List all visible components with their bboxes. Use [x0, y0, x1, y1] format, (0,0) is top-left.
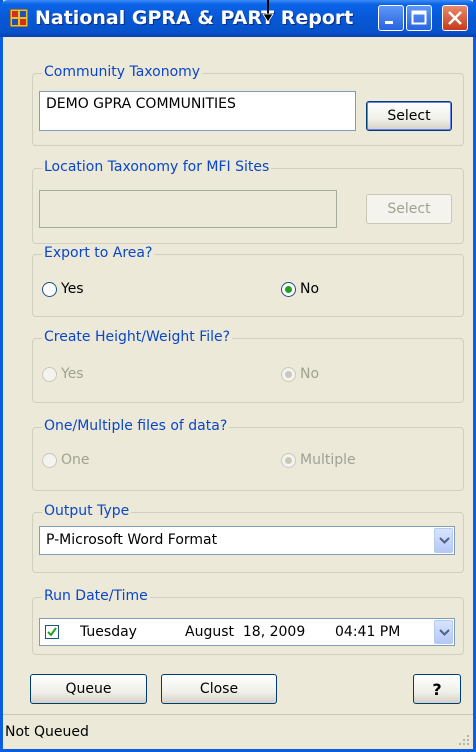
- height-weight-yes-radio: Yes: [42, 366, 84, 382]
- window-title: National GPRA & PART Report: [35, 7, 354, 29]
- status-bar: Not Queued: [3, 714, 473, 749]
- resize-grip-icon[interactable]: [456, 732, 470, 746]
- community-taxonomy-group: Community Taxonomy DEMO GPRA COMMUNITIES…: [32, 64, 464, 146]
- height-weight-no-label: No: [300, 366, 320, 382]
- report-window: National GPRA & PART Report Community Ta…: [0, 0, 476, 752]
- checkmark-icon: [47, 627, 57, 637]
- community-taxonomy-field[interactable]: DEMO GPRA COMMUNITIES: [39, 91, 356, 131]
- maximize-button[interactable]: [406, 5, 432, 31]
- run-datetime-legend: Run Date/Time: [42, 588, 150, 604]
- location-taxonomy-group: Location Taxonomy for MFI Sites Select: [32, 159, 464, 244]
- close-button[interactable]: Close: [161, 674, 277, 704]
- run-weekday[interactable]: Tuesday: [80, 624, 137, 640]
- files-one-label: One: [61, 452, 90, 468]
- location-taxonomy-legend: Location Taxonomy for MFI Sites: [42, 159, 272, 175]
- close-window-button[interactable]: [442, 5, 468, 31]
- run-time[interactable]: 04:41 PM: [335, 624, 400, 640]
- output-type-legend: Output Type: [42, 503, 132, 519]
- height-weight-group: Create Height/Weight File? Yes No: [32, 329, 464, 403]
- close-icon: [448, 11, 462, 25]
- export-area-group: Export to Area? Yes No: [32, 245, 464, 317]
- location-select-button: Select: [366, 194, 452, 224]
- files-one-radio: One: [42, 452, 90, 468]
- community-select-button[interactable]: Select: [366, 101, 452, 131]
- app-icon: [10, 9, 28, 27]
- export-no-radio[interactable]: No: [281, 281, 319, 297]
- radio-circle-checked: [281, 452, 296, 468]
- export-area-legend: Export to Area?: [42, 245, 155, 261]
- maximize-icon: [411, 10, 427, 25]
- radio-circle-checked: [281, 281, 296, 297]
- output-type-dropdown[interactable]: P-Microsoft Word Format: [39, 526, 455, 555]
- minimize-button[interactable]: [378, 5, 404, 31]
- run-datetime-dropdown-button[interactable]: [434, 620, 453, 644]
- files-group: One/Multiple files of data? One Multiple: [32, 418, 464, 491]
- output-type-dropdown-button[interactable]: [434, 528, 453, 553]
- export-no-label: No: [300, 281, 320, 297]
- height-weight-no-radio: No: [281, 366, 319, 382]
- output-type-value: P-Microsoft Word Format: [46, 532, 218, 548]
- resize-cursor-icon: [262, 0, 274, 23]
- run-date[interactable]: August 18, 2009: [185, 624, 305, 640]
- files-legend: One/Multiple files of data?: [42, 418, 230, 434]
- status-text: Not Queued: [5, 724, 89, 740]
- output-type-group: Output Type P-Microsoft Word Format: [32, 503, 464, 573]
- chevron-down-icon: [439, 537, 450, 544]
- export-yes-label: Yes: [61, 281, 84, 297]
- run-datetime-group: Run Date/Time Tuesday August 18, 2009 04…: [32, 588, 464, 655]
- files-multiple-label: Multiple: [300, 452, 356, 468]
- queue-button[interactable]: Queue: [30, 674, 147, 704]
- chevron-down-icon: [439, 629, 450, 636]
- files-multiple-radio: Multiple: [281, 452, 356, 468]
- export-yes-radio[interactable]: Yes: [42, 281, 84, 297]
- location-taxonomy-field: [39, 190, 337, 228]
- radio-circle-checked: [281, 366, 296, 382]
- community-taxonomy-legend: Community Taxonomy: [42, 64, 203, 80]
- height-weight-yes-label: Yes: [61, 366, 84, 382]
- radio-circle: [42, 366, 57, 382]
- minimize-icon: [385, 21, 393, 24]
- radio-circle: [42, 452, 57, 468]
- radio-circle: [42, 281, 57, 297]
- height-weight-legend: Create Height/Weight File?: [42, 329, 233, 345]
- run-datetime-checkbox[interactable]: [45, 625, 59, 639]
- help-button[interactable]: ?: [413, 674, 461, 704]
- title-bar[interactable]: National GPRA & PART Report: [0, 0, 476, 37]
- run-datetime-picker[interactable]: Tuesday August 18, 2009 04:41 PM: [39, 618, 455, 646]
